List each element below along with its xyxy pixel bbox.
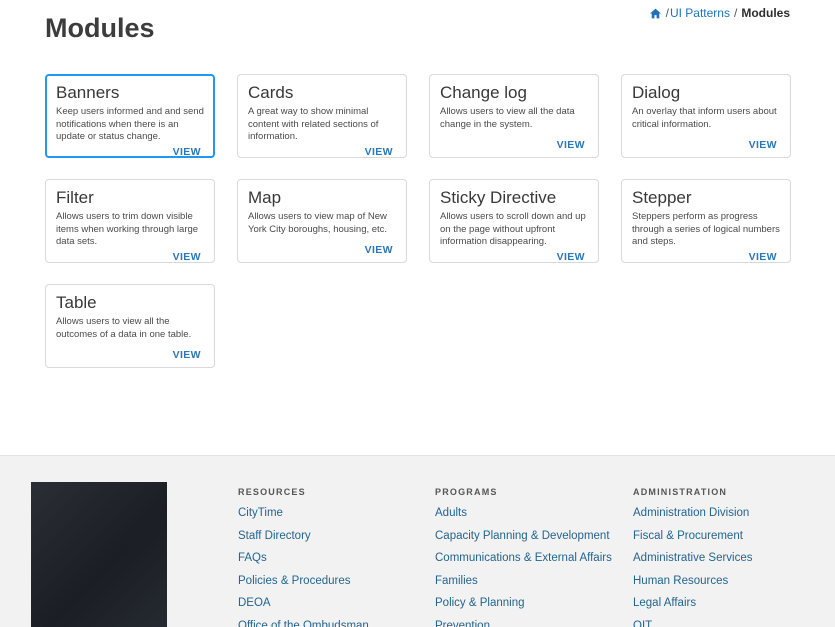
- footer-link[interactable]: FAQs: [238, 552, 428, 566]
- module-card-table[interactable]: Table Allows users to view all the outco…: [45, 284, 215, 368]
- card-title: Map: [248, 188, 282, 207]
- view-button[interactable]: VIEW: [746, 249, 780, 263]
- footer-column-programs: PROGRAMS Adults Capacity Planning & Deve…: [435, 487, 625, 627]
- footer-link[interactable]: CityTime: [238, 507, 428, 521]
- card-description: Steppers perform as progress through a s…: [632, 211, 780, 248]
- breadcrumb-separator: /: [665, 6, 669, 20]
- footer-column-header: RESOURCES: [238, 487, 306, 497]
- card-description: Allows users to view map of New York Cit…: [248, 211, 388, 235]
- breadcrumb-link-ui-patterns[interactable]: UI Patterns: [670, 6, 730, 20]
- footer-link[interactable]: Adults: [435, 507, 625, 521]
- breadcrumb: / UI Patterns / Modules: [649, 6, 790, 20]
- footer-link[interactable]: Administration Division: [633, 507, 823, 521]
- module-card-cards[interactable]: Cards A great way to show minimal conten…: [237, 74, 407, 158]
- modules-grid: Banners Keep users informed and and send…: [45, 74, 791, 368]
- footer-link[interactable]: Policy & Planning: [435, 597, 625, 611]
- view-button[interactable]: VIEW: [362, 144, 396, 158]
- view-button[interactable]: VIEW: [746, 137, 780, 151]
- card-description: An overlay that inform users about criti…: [632, 106, 777, 130]
- card-title: Cards: [248, 83, 294, 102]
- view-button[interactable]: VIEW: [170, 144, 204, 158]
- card-title: Table: [56, 293, 97, 312]
- module-card-sticky-directive[interactable]: Sticky Directive Allows users to scroll …: [429, 179, 599, 263]
- module-card-map[interactable]: Map Allows users to view map of New York…: [237, 179, 407, 263]
- footer-column-header: PROGRAMS: [435, 487, 498, 497]
- footer-image: [31, 482, 167, 627]
- card-description: A great way to show minimal content with…: [248, 106, 379, 143]
- card-description: Allows users to view all the data change…: [440, 106, 575, 130]
- card-title: Stepper: [632, 188, 692, 207]
- footer-column-header: ADMINISTRATION: [633, 487, 728, 497]
- card-description: Allows users to view all the outcomes of…: [56, 316, 192, 340]
- module-card-stepper[interactable]: Stepper Steppers perform as progress thr…: [621, 179, 791, 263]
- footer-link[interactable]: Legal Affairs: [633, 597, 823, 611]
- home-icon[interactable]: [649, 7, 662, 20]
- card-title: Dialog: [632, 83, 681, 102]
- footer-link[interactable]: Capacity Planning & Development: [435, 530, 625, 544]
- footer-link[interactable]: DEOA: [238, 597, 428, 611]
- footer-link[interactable]: Communications & External Affairs: [435, 552, 625, 566]
- breadcrumb-current: Modules: [741, 6, 790, 20]
- page-title: Modules: [45, 13, 155, 43]
- view-button[interactable]: VIEW: [554, 137, 588, 151]
- card-title: Filter: [56, 188, 94, 207]
- footer-column-resources: RESOURCES CityTime Staff Directory FAQs …: [238, 487, 428, 627]
- footer-link[interactable]: Office of the Ombudsman: [238, 620, 428, 627]
- module-card-banners[interactable]: Banners Keep users informed and and send…: [45, 74, 215, 158]
- footer-link[interactable]: Prevention: [435, 620, 625, 627]
- card-title: Change log: [440, 83, 527, 102]
- card-title: Banners: [56, 83, 120, 102]
- card-title: Sticky Directive: [440, 188, 557, 207]
- breadcrumb-separator: /: [733, 6, 738, 20]
- footer-link[interactable]: Families: [435, 575, 625, 589]
- footer-link[interactable]: Human Resources: [633, 575, 823, 589]
- footer-link[interactable]: Policies & Procedures: [238, 575, 428, 589]
- footer-column-administration: ADMINISTRATION Administration Division F…: [633, 487, 823, 627]
- footer-link[interactable]: Staff Directory: [238, 530, 428, 544]
- footer-link[interactable]: OIT: [633, 620, 823, 627]
- card-description: Allows users to scroll down and up on th…: [440, 211, 586, 248]
- card-description: Allows users to trim down visible items …: [56, 211, 199, 248]
- view-button[interactable]: VIEW: [170, 249, 204, 263]
- footer-link[interactable]: Administrative Services: [633, 552, 823, 566]
- footer: RESOURCES CityTime Staff Directory FAQs …: [0, 455, 835, 627]
- footer-link[interactable]: Fiscal & Procurement: [633, 530, 823, 544]
- module-card-filter[interactable]: Filter Allows users to trim down visible…: [45, 179, 215, 263]
- view-button[interactable]: VIEW: [554, 249, 588, 263]
- card-description: Keep users informed and and send notific…: [56, 106, 204, 143]
- module-card-dialog[interactable]: Dialog An overlay that inform users abou…: [621, 74, 791, 158]
- view-button[interactable]: VIEW: [170, 347, 204, 361]
- module-card-change-log[interactable]: Change log Allows users to view all the …: [429, 74, 599, 158]
- view-button[interactable]: VIEW: [362, 242, 396, 256]
